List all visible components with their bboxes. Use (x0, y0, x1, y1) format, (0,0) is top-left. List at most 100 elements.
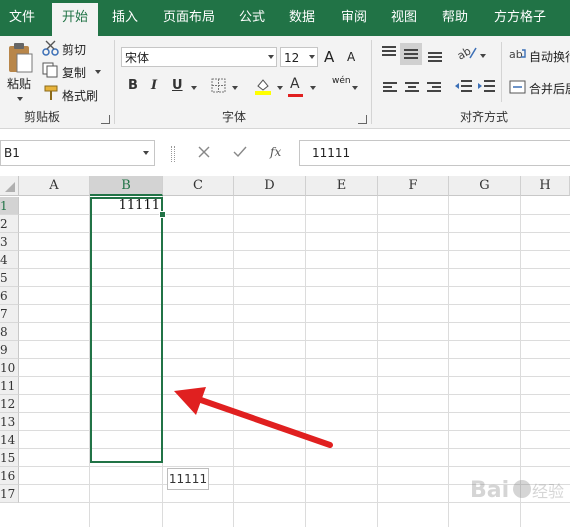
underline-button[interactable]: U (172, 78, 183, 93)
column-header-g[interactable]: G (449, 176, 521, 196)
italic-button[interactable]: I (151, 78, 157, 93)
name-box-value: B1 (4, 146, 20, 160)
column-header-b[interactable]: B (90, 176, 163, 196)
row-header-9[interactable]: 9 (0, 341, 19, 359)
wrap-text-icon[interactable]: ab (509, 46, 527, 62)
font-color-swatch (288, 94, 303, 97)
cancel-icon[interactable] (198, 146, 210, 158)
row-header-4[interactable]: 4 (0, 251, 19, 269)
paste-label[interactable]: 粘贴 (7, 75, 31, 92)
alignment-group-label: 对齐方式 (460, 110, 509, 124)
paste-dropdown-icon[interactable] (17, 97, 23, 101)
row-header-15[interactable]: 15 (0, 449, 19, 467)
bold-button[interactable]: B (128, 78, 138, 93)
grid-line (305, 196, 306, 527)
border-dropdown-icon[interactable] (232, 86, 238, 90)
name-box-dropdown-icon[interactable] (143, 151, 149, 155)
column-header-h[interactable]: H (521, 176, 570, 196)
increase-indent-icon[interactable] (478, 78, 496, 94)
grow-font-button[interactable]: A (324, 48, 334, 66)
wrap-text-label[interactable]: 自动换行 (529, 48, 570, 65)
row-header-17[interactable]: 17 (0, 485, 19, 503)
tab-page-layout[interactable]: 页面布局 (157, 0, 221, 36)
row-header-6[interactable]: 6 (0, 287, 19, 305)
phonetic-dropdown-icon[interactable] (352, 86, 358, 90)
merge-center-label[interactable]: 合并后居中 (529, 80, 570, 97)
paste-icon[interactable] (6, 42, 34, 74)
column-header-c[interactable]: C (163, 176, 234, 196)
tab-insert[interactable]: 插入 (103, 0, 147, 36)
orientation-icon[interactable]: ab (456, 44, 478, 62)
column-header-d[interactable]: D (234, 176, 306, 196)
align-middle-icon[interactable] (400, 43, 422, 65)
font-color-button[interactable]: A (290, 76, 300, 92)
tab-fangfang[interactable]: 方方格子 (487, 0, 553, 36)
row-header-13[interactable]: 13 (0, 413, 19, 431)
phonetic-button[interactable]: wén (332, 76, 351, 86)
font-size-chevron-icon[interactable] (309, 55, 315, 59)
format-painter-label[interactable]: 格式刷 (62, 87, 98, 104)
grid-line (377, 196, 378, 527)
cut-icon[interactable] (42, 40, 60, 56)
enter-check-icon[interactable] (233, 146, 247, 158)
underline-dropdown-icon[interactable] (191, 86, 197, 90)
formula-input[interactable]: 11111 (299, 140, 570, 166)
select-all-corner[interactable] (0, 176, 19, 196)
format-painter-icon[interactable] (42, 85, 60, 101)
row-header-16[interactable]: 16 (0, 467, 19, 485)
row-header-2[interactable]: 2 (0, 215, 19, 233)
svg-text:ab: ab (509, 48, 523, 61)
decrease-indent-icon[interactable] (455, 78, 473, 94)
tab-view[interactable]: 视图 (382, 0, 426, 36)
column-header-f[interactable]: F (378, 176, 449, 196)
row-header-7[interactable]: 7 (0, 305, 19, 323)
fill-color-dropdown-icon[interactable] (277, 86, 283, 90)
column-header-a[interactable]: A (19, 176, 90, 196)
tab-data[interactable]: 数据 (280, 0, 324, 36)
red-arrow-annotation (174, 387, 333, 448)
font-name-dropdown[interactable]: 宋体 (121, 47, 277, 67)
shrink-font-button[interactable]: A (347, 50, 355, 64)
group-separator (501, 42, 502, 102)
copy-icon[interactable] (42, 62, 60, 78)
tab-home[interactable]: 开始 (52, 3, 98, 36)
insert-function-button[interactable]: fx (270, 145, 281, 159)
row-header-10[interactable]: 10 (0, 359, 19, 377)
row-header-14[interactable]: 14 (0, 431, 19, 449)
select-all-triangle-icon (5, 182, 15, 192)
tab-review[interactable]: 审阅 (332, 0, 376, 36)
cell-b1[interactable]: 11111 (92, 197, 160, 215)
cut-label[interactable]: 剪切 (62, 41, 86, 58)
svg-text:ab: ab (456, 44, 473, 62)
group-separator (371, 40, 372, 124)
formula-bar-grip-icon[interactable] (171, 146, 175, 162)
clipboard-launcher-icon[interactable] (101, 115, 110, 124)
row-header-12[interactable]: 12 (0, 395, 19, 413)
formula-input-value: 11111 (312, 146, 351, 160)
fill-tooltip: 11111 (167, 468, 209, 490)
name-box[interactable]: B1 (0, 140, 155, 166)
row-header-8[interactable]: 8 (0, 323, 19, 341)
group-separator (114, 40, 115, 124)
merge-center-icon[interactable] (509, 79, 527, 95)
tab-help[interactable]: 帮助 (433, 0, 477, 36)
border-icon[interactable] (211, 78, 227, 94)
copy-dropdown-icon[interactable] (95, 70, 101, 74)
row-header-3[interactable]: 3 (0, 233, 19, 251)
row-header-11[interactable]: 11 (0, 377, 19, 395)
baidu-watermark-logo: Bai 经验 (470, 478, 564, 503)
fill-handle[interactable] (159, 211, 166, 218)
tab-file[interactable]: 文件 (0, 0, 44, 36)
font-name-chevron-icon[interactable] (268, 55, 274, 59)
font-launcher-icon[interactable] (358, 115, 367, 124)
row-header-1[interactable]: 1 (0, 197, 19, 215)
font-group-label: 字体 (222, 110, 247, 124)
column-header-e[interactable]: E (306, 176, 378, 196)
copy-label[interactable]: 复制 (62, 64, 86, 81)
fill-color-icon[interactable] (254, 77, 272, 95)
selected-range[interactable] (90, 197, 163, 463)
row-header-5[interactable]: 5 (0, 269, 19, 287)
tab-formulas[interactable]: 公式 (230, 0, 274, 36)
font-color-dropdown-icon[interactable] (310, 86, 316, 90)
orientation-dropdown-icon[interactable] (480, 54, 486, 58)
